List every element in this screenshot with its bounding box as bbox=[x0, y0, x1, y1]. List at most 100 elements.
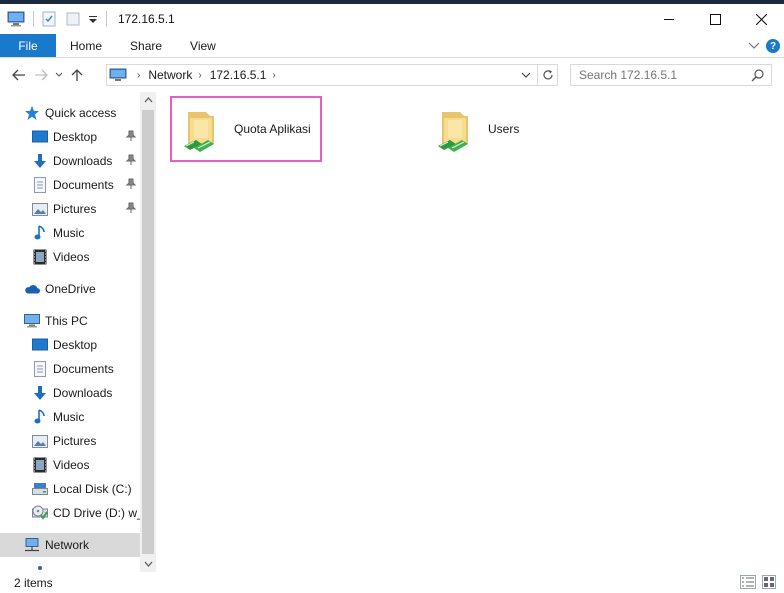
pictures-icon bbox=[32, 201, 48, 217]
cd-drive-icon bbox=[32, 505, 48, 521]
star-icon bbox=[24, 105, 40, 121]
tab-file[interactable]: File bbox=[0, 34, 56, 57]
maximize-button[interactable] bbox=[692, 4, 738, 34]
nav-label: CD Drive (D:) w_ bbox=[53, 506, 140, 520]
ribbon-right-controls: ? bbox=[748, 34, 780, 58]
download-icon bbox=[32, 385, 48, 401]
video-icon bbox=[32, 249, 48, 265]
breadcrumb-chevron-icon[interactable]: › bbox=[272, 70, 275, 81]
nav-quick-access[interactable]: Quick access bbox=[0, 101, 140, 125]
status-bar: 2 items bbox=[0, 572, 784, 593]
nav-pc-videos[interactable]: Videos bbox=[0, 453, 140, 477]
address-history-dropdown[interactable] bbox=[517, 65, 535, 85]
nav-label: Music bbox=[53, 226, 85, 240]
tab-share[interactable]: Share bbox=[116, 34, 176, 57]
nav-this-pc[interactable]: This PC bbox=[0, 309, 140, 333]
pin-icon[interactable] bbox=[125, 178, 137, 193]
nav-network-child-partial bbox=[0, 562, 140, 572]
drive-icon bbox=[32, 481, 48, 497]
nav-local-disk[interactable]: Local Disk (C:) bbox=[0, 477, 140, 501]
quick-access-toolbar bbox=[0, 4, 112, 34]
file-list: Quota Aplikasi Users bbox=[160, 92, 784, 572]
nav-label: OneDrive bbox=[45, 282, 96, 296]
nav-pc-downloads[interactable]: Downloads bbox=[0, 381, 140, 405]
nav-quick-pictures[interactable]: Pictures bbox=[0, 197, 140, 221]
video-icon bbox=[32, 457, 48, 473]
desktop-icon bbox=[32, 129, 48, 145]
recent-locations-dropdown[interactable] bbox=[52, 64, 66, 86]
tab-home[interactable]: Home bbox=[56, 34, 116, 57]
document-icon bbox=[32, 361, 48, 377]
close-button[interactable] bbox=[738, 4, 784, 34]
scroll-down-icon[interactable] bbox=[140, 556, 156, 572]
folder-item-quota-aplikasi[interactable]: Quota Aplikasi bbox=[170, 96, 322, 162]
nav-label: Videos bbox=[53, 250, 90, 264]
nav-label: This PC bbox=[45, 314, 88, 328]
nav-quick-documents[interactable]: Documents bbox=[0, 173, 140, 197]
computer-icon bbox=[32, 562, 48, 572]
shared-folder-icon bbox=[438, 112, 468, 152]
breadcrumb-host[interactable]: 172.16.5.1 bbox=[210, 68, 267, 82]
large-icons-view-icon[interactable] bbox=[762, 575, 776, 592]
document-icon bbox=[32, 177, 48, 193]
nav-label: Network bbox=[45, 538, 90, 552]
new-folder-icon[interactable] bbox=[63, 10, 83, 28]
address-bar[interactable]: › Network › 172.16.5.1 › bbox=[106, 64, 558, 86]
details-view-icon[interactable] bbox=[740, 575, 756, 592]
up-button[interactable] bbox=[66, 64, 88, 86]
nav-onedrive[interactable]: OneDrive bbox=[0, 277, 140, 301]
computer-icon bbox=[109, 68, 127, 82]
scroll-up-icon[interactable] bbox=[140, 92, 156, 108]
window-controls bbox=[646, 4, 784, 34]
nav-label: Documents bbox=[53, 362, 114, 376]
nav-pc-desktop[interactable]: Desktop bbox=[0, 333, 140, 357]
breadcrumb-chevron-icon[interactable]: › bbox=[137, 70, 140, 81]
nav-quick-videos[interactable]: Videos bbox=[0, 245, 140, 269]
nav-network[interactable]: Network bbox=[0, 533, 140, 557]
pin-icon[interactable] bbox=[125, 154, 137, 169]
help-icon[interactable]: ? bbox=[766, 39, 780, 53]
tab-view[interactable]: View bbox=[176, 34, 230, 57]
scrollbar-thumb[interactable] bbox=[142, 110, 154, 554]
navigation-pane: Quick access Desktop Downloads Documents… bbox=[0, 92, 156, 572]
nav-label: Downloads bbox=[53, 154, 113, 168]
navigation-bar: › Network › 172.16.5.1 › bbox=[0, 58, 784, 92]
folder-name: Quota Aplikasi bbox=[234, 122, 311, 136]
nav-pc-pictures[interactable]: Pictures bbox=[0, 429, 140, 453]
nav-label: Pictures bbox=[53, 202, 97, 216]
computer-icon[interactable] bbox=[6, 10, 26, 28]
nav-quick-music[interactable]: Music bbox=[0, 221, 140, 245]
folder-item-users[interactable]: Users bbox=[426, 96, 586, 162]
breadcrumb-network[interactable]: Network bbox=[148, 68, 192, 82]
nav-quick-downloads[interactable]: Downloads bbox=[0, 149, 140, 173]
folder-name: Users bbox=[488, 122, 520, 136]
refresh-button[interactable] bbox=[537, 65, 557, 85]
nav-pc-music[interactable]: Music bbox=[0, 405, 140, 429]
customize-toolbar-dropdown-icon[interactable] bbox=[87, 10, 99, 28]
navigation-scrollbar[interactable] bbox=[140, 92, 156, 572]
toolbar-separator bbox=[106, 11, 107, 27]
nav-label: Quick access bbox=[45, 106, 117, 120]
breadcrumb-chevron-icon[interactable]: › bbox=[198, 70, 201, 81]
window-title: 172.16.5.1 bbox=[118, 12, 175, 26]
pin-icon[interactable] bbox=[125, 130, 137, 145]
expand-ribbon-chevron-icon[interactable] bbox=[748, 39, 760, 53]
nav-label: Desktop bbox=[53, 338, 98, 352]
network-icon bbox=[24, 537, 40, 553]
nav-label: Desktop bbox=[53, 130, 98, 144]
forward-button[interactable] bbox=[30, 64, 52, 86]
shared-folder-icon bbox=[184, 112, 214, 152]
minimize-button[interactable] bbox=[646, 4, 692, 34]
navigation-tree: Quick access Desktop Downloads Documents… bbox=[0, 92, 140, 572]
search-input[interactable] bbox=[579, 68, 739, 82]
nav-quick-desktop[interactable]: Desktop bbox=[0, 125, 140, 149]
nav-label: Downloads bbox=[53, 386, 113, 400]
nav-cd-drive[interactable]: CD Drive (D:) w_ bbox=[0, 501, 140, 525]
search-box[interactable] bbox=[570, 64, 772, 86]
nav-pc-documents[interactable]: Documents bbox=[0, 357, 140, 381]
properties-icon[interactable] bbox=[39, 10, 59, 28]
back-button[interactable] bbox=[8, 64, 30, 86]
pin-icon[interactable] bbox=[125, 202, 137, 217]
nav-label: Pictures bbox=[53, 434, 97, 448]
search-icon[interactable] bbox=[751, 68, 765, 85]
